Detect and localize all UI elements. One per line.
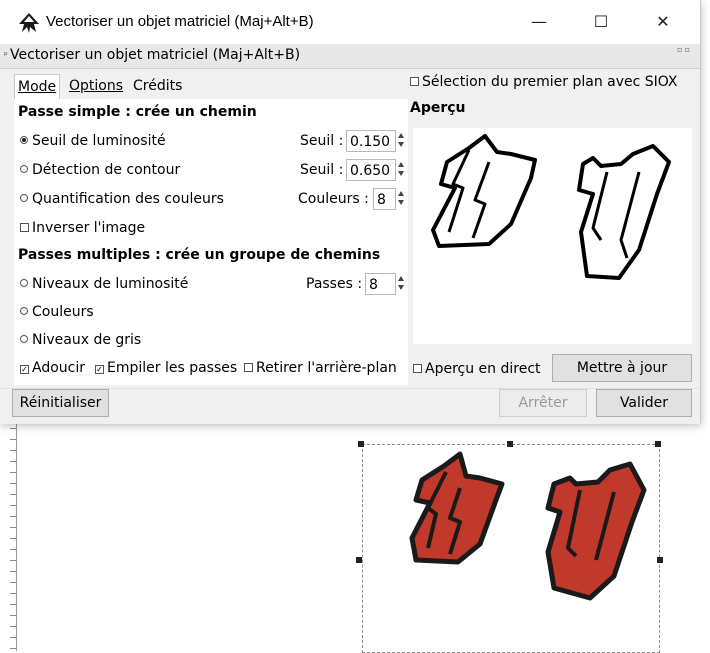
radio-grays[interactable]: Niveaux de gris — [20, 332, 141, 348]
brightness-threshold-label: Seuil : — [300, 133, 344, 149]
radio-indicator[interactable] — [20, 194, 28, 202]
dock-controls-icon[interactable]: ▫▫ — [677, 45, 692, 54]
scans-count-stepper[interactable] — [398, 273, 404, 295]
checkbox-indicator[interactable] — [410, 77, 419, 86]
radio-brightness-cutoff[interactable]: Seuil de luminosité — [20, 133, 166, 149]
checkbox-invert-image[interactable]: Inverser l'image — [20, 220, 145, 236]
bitmap-image[interactable] — [400, 448, 660, 608]
preview-heading: Aperçu — [410, 100, 466, 116]
edge-threshold-label: Seuil : — [300, 162, 344, 178]
radio-brightness-steps[interactable]: Niveaux de luminosité — [20, 276, 188, 292]
multi-scan-heading: Passes multiples : crée un groupe de che… — [18, 247, 381, 263]
colors-count-label: Couleurs : — [298, 191, 369, 207]
scans-label: Passes : — [306, 276, 363, 292]
resize-handle-top-right[interactable] — [655, 441, 661, 447]
edge-threshold-stepper[interactable] — [398, 159, 404, 181]
close-button[interactable]: ✕ — [632, 0, 694, 44]
checkbox-smooth[interactable]: ✓ Adoucir — [20, 360, 85, 376]
checkbox-indicator[interactable]: ✓ — [20, 365, 29, 374]
dock-title: Vectoriser un objet matriciel (Maj+Alt+B… — [10, 47, 301, 63]
edge-threshold-input[interactable]: 0.650 — [346, 159, 396, 181]
trace-bitmap-dialog: Vectoriser un objet matriciel (Maj+Alt+B… — [0, 0, 701, 424]
checkbox-indicator[interactable] — [413, 364, 422, 373]
brightness-threshold-stepper[interactable] — [398, 130, 404, 152]
tab-options[interactable]: Options — [66, 74, 126, 98]
ok-button[interactable]: Valider — [596, 389, 692, 417]
brightness-threshold-input[interactable]: 0.150 — [346, 130, 396, 152]
single-scan-heading: Passe simple : crée un chemin — [18, 104, 257, 120]
reset-button[interactable]: Réinitialiser — [12, 389, 109, 417]
preview-image — [431, 134, 671, 280]
scans-count-input[interactable]: 8 — [365, 273, 396, 295]
radio-indicator[interactable] — [20, 165, 28, 173]
dock-header[interactable]: ᵖ Vectoriser un objet matriciel (Maj+Alt… — [0, 44, 700, 69]
maximize-button[interactable]: ☐ — [570, 0, 632, 44]
radio-color-quantization[interactable]: Quantification des couleurs — [20, 191, 224, 207]
checkbox-indicator[interactable]: ✓ — [95, 365, 104, 374]
radio-colors[interactable]: Couleurs — [20, 304, 94, 320]
resize-handle-top[interactable] — [507, 441, 513, 447]
tab-mode[interactable]: Mode — [14, 74, 61, 101]
colors-count-input[interactable]: 8 — [373, 188, 396, 210]
colors-count-stepper[interactable] — [398, 188, 404, 210]
checkbox-live-preview[interactable]: Aperçu en direct — [413, 361, 541, 377]
vertical-ruler — [10, 418, 17, 651]
checkbox-stack-scans[interactable]: ✓ Empiler les passes — [95, 360, 237, 376]
window-title: Vectoriser un objet matriciel (Maj+Alt+B… — [46, 13, 314, 30]
checkbox-remove-background[interactable]: Retirer l'arrière-plan — [244, 360, 397, 376]
minimize-button[interactable]: — — [508, 0, 570, 44]
tab-credits[interactable]: Crédits — [130, 74, 185, 98]
resize-handle-top-left[interactable] — [358, 441, 364, 447]
update-preview-button[interactable]: Mettre à jour — [552, 354, 692, 382]
radio-indicator[interactable] — [20, 279, 28, 287]
inkscape-app-icon — [19, 13, 39, 33]
checkbox-indicator[interactable] — [244, 363, 253, 372]
radio-edge-detection[interactable]: Détection de contour — [20, 162, 180, 178]
trace-preview — [413, 128, 692, 344]
checkbox-siox[interactable]: Sélection du premier plan avec SIOX — [410, 74, 678, 90]
resize-handle-left[interactable] — [356, 557, 362, 563]
window-titlebar[interactable]: Vectoriser un objet matriciel (Maj+Alt+B… — [0, 0, 700, 44]
radio-indicator[interactable] — [20, 307, 28, 315]
radio-indicator[interactable] — [20, 136, 28, 144]
radio-indicator[interactable] — [20, 335, 28, 343]
stop-button[interactable]: Arrêter — [499, 389, 587, 417]
checkbox-indicator[interactable] — [20, 223, 29, 232]
dock-grip-icon[interactable]: ᵖ — [4, 51, 8, 61]
